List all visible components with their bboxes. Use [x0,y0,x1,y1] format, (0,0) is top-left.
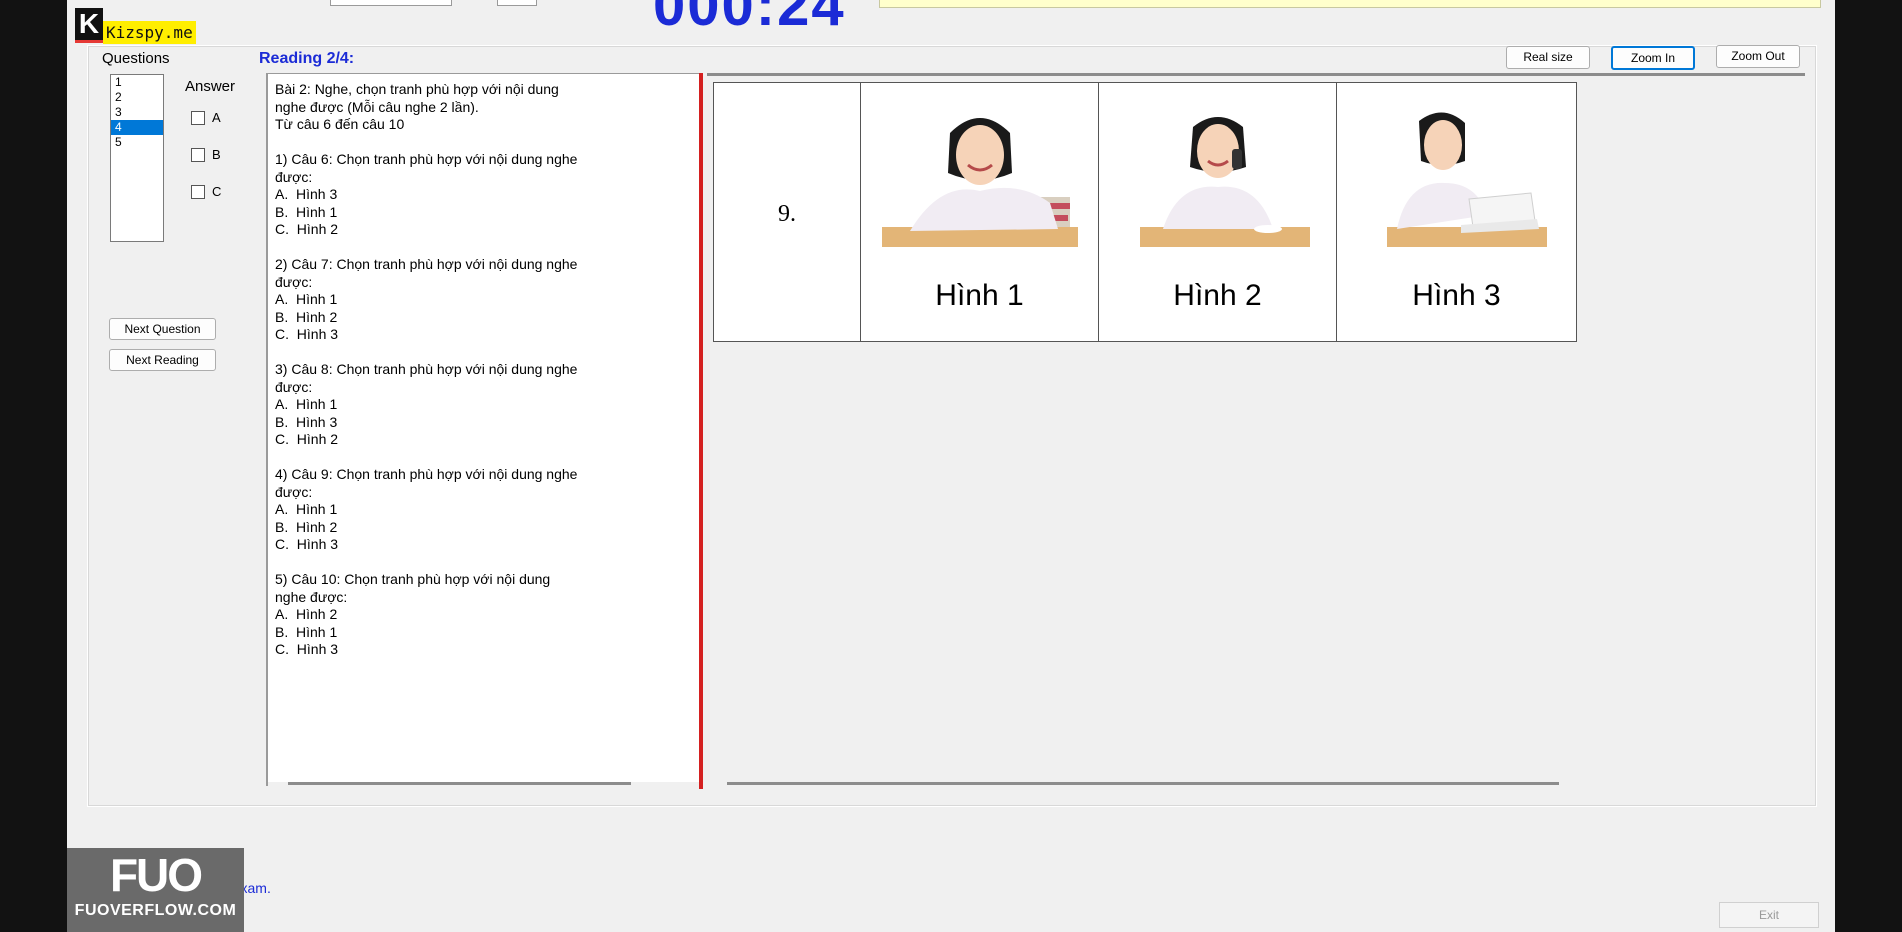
reading-text-panel[interactable]: Bài 2: Nghe, chọn tranh phù hợp với nội … [266,73,699,786]
fuo-text: FUOVERFLOW.COM [74,902,237,919]
question-item[interactable]: 5 [111,135,163,150]
woman-with-laptop-image [1386,112,1547,247]
image-viewer[interactable]: 9. Hình 1 Hình 2 Hình 3 [707,73,1805,786]
logo-text: Kizspy.me [103,20,196,44]
option-a-label: A [212,110,221,125]
fuo-mark: FUO [109,849,203,901]
question-number: 9. [778,201,796,227]
caption-hinh-1: Hình 1 [935,279,1024,312]
image-scrollbar-thumb[interactable] [727,782,1559,785]
image-scrollbar[interactable] [707,782,1805,786]
next-question-button[interactable]: Next Question [109,318,216,340]
checkbox-c[interactable] [191,184,205,199]
questions-label: Questions [102,50,170,67]
exit-button[interactable]: Exit [1719,902,1819,928]
answer-label: Answer [185,78,236,95]
text-scrollbar[interactable] [268,782,699,786]
exam-window: 000:24 Questions Reading 2/4: 1 2 3 4 5 … [67,0,1835,932]
panel-splitter[interactable] [699,73,703,789]
question-item[interactable]: 2 [111,90,163,105]
question-list[interactable]: 1 2 3 4 5 [110,74,164,242]
option-c-label: C [212,184,222,199]
top-field-2[interactable] [497,0,537,6]
countdown-timer: 000:24 [653,0,846,38]
picture-table: 9. Hình 1 Hình 2 Hình 3 [713,82,1577,342]
status-bar [879,0,1821,8]
woman-on-phone-image [1139,117,1310,247]
caption-hinh-3: Hình 3 [1412,279,1501,312]
question-number-cell: 9. [714,83,861,341]
answer-option-b[interactable]: B [191,147,221,162]
answer-option-a[interactable]: A [191,110,221,125]
watermark-logo: K Kizspy.me [75,7,196,44]
text-scrollbar-thumb[interactable] [288,782,631,785]
reading-text: Bài 2: Nghe, chọn tranh phù hợp với nội … [275,81,578,657]
zoom-out-button[interactable]: Zoom Out [1716,45,1800,68]
question-item[interactable]: 1 [111,75,163,90]
logo-mark: K [75,7,103,43]
checkbox-a[interactable] [191,110,205,125]
next-reading-button[interactable]: Next Reading [109,349,216,371]
picture-cell-1: Hình 1 [861,83,1099,341]
zoom-in-button[interactable]: Zoom In [1611,46,1695,70]
caption-hinh-2: Hình 2 [1173,279,1262,312]
fuoverflow-watermark: FUO FUOVERFLOW.COM [67,848,244,932]
question-item[interactable]: 3 [111,105,163,120]
reading-title: Reading 2/4: [259,50,355,67]
picture-cell-2: Hình 2 [1099,83,1337,341]
picture-cell-3: Hình 3 [1337,83,1576,341]
top-field-1[interactable] [330,0,452,6]
question-item-selected[interactable]: 4 [111,120,163,135]
checkbox-b[interactable] [191,147,205,162]
answer-option-c[interactable]: C [191,184,221,199]
option-b-label: B [212,147,221,162]
woman-with-books-image [881,118,1078,247]
real-size-button[interactable]: Real size [1506,46,1590,69]
